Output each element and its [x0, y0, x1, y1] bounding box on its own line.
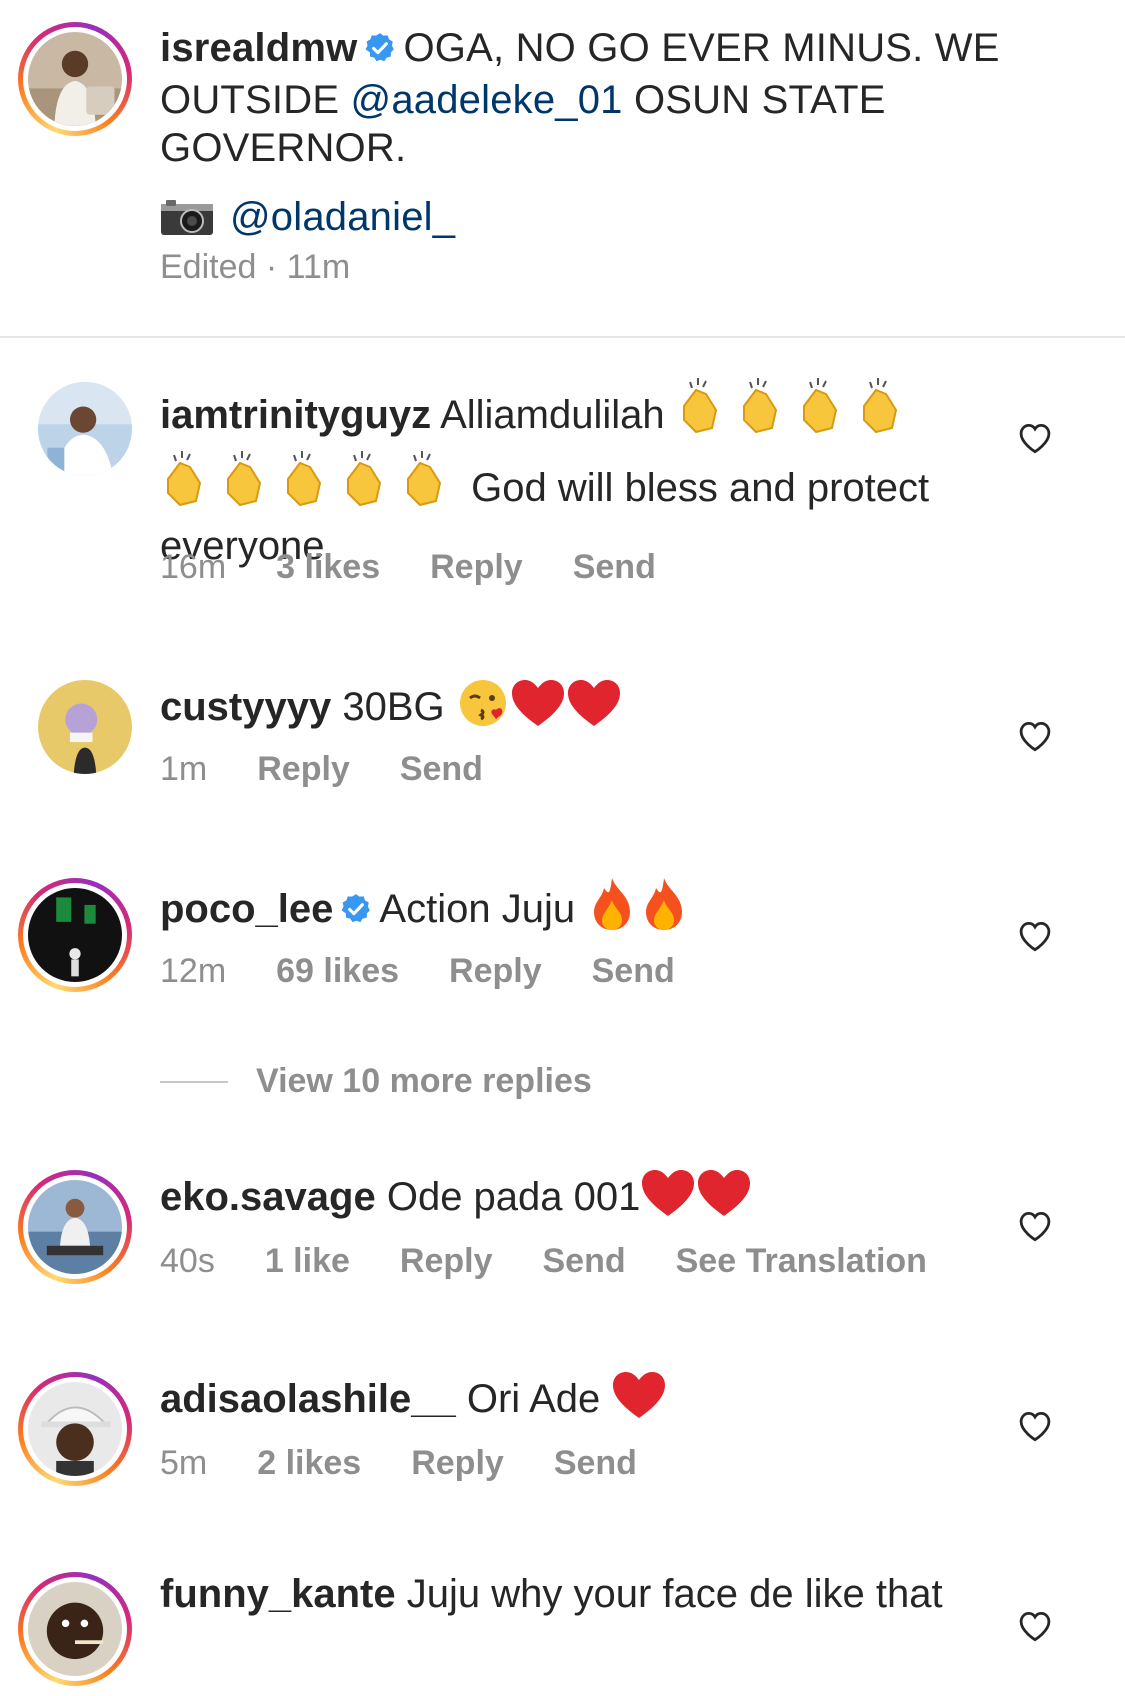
caption-mention-aadeleke[interactable]: @aadeleke_01 — [351, 78, 623, 122]
comment-4-body: Ode pada 001 — [386, 1175, 641, 1219]
comment-5-meta: 5m 2 likes Reply Send — [160, 1444, 687, 1483]
comment-3-likes[interactable]: 69 likes — [276, 952, 399, 990]
comment-1-reply-button[interactable]: Reply — [430, 548, 523, 586]
comment-4-see-translation[interactable]: See Translation — [676, 1242, 927, 1280]
avatar-isrealdmw[interactable] — [18, 22, 132, 136]
comment-1-body-a: Alliamdulilah — [440, 393, 665, 437]
comment-1-username[interactable]: iamtrinityguyz — [160, 393, 431, 437]
avatar-image — [28, 32, 122, 126]
heart-icon[interactable] — [1016, 420, 1054, 454]
comment-5-username[interactable]: adisaolashile__ — [160, 1377, 456, 1421]
comment-1-send-button[interactable]: Send — [573, 548, 656, 586]
view-more-replies-button[interactable]: View 10 more replies — [160, 1062, 592, 1101]
avatar-image — [38, 382, 132, 476]
comment-2-body: 30BG — [342, 685, 445, 729]
comment-2-send-button[interactable]: Send — [400, 750, 483, 788]
avatar-image — [28, 1582, 122, 1676]
comment-5-send-button[interactable]: Send — [554, 1444, 637, 1482]
comment-4-meta: 40s 1 like Reply Send See Translation — [160, 1242, 977, 1281]
comment-3-meta: 12m 69 likes Reply Send — [160, 952, 725, 991]
comment-4-send-button[interactable]: Send — [543, 1242, 626, 1280]
comment-2-username[interactable]: custyyyy — [160, 685, 331, 729]
avatar-image — [28, 1180, 122, 1274]
clapping-hands-emoji-row — [676, 376, 916, 449]
heart-icon[interactable] — [1016, 918, 1054, 952]
red-heart-emoji — [640, 1168, 696, 1231]
view-more-line — [160, 1080, 228, 1083]
comment-6-username[interactable]: funny_kante — [160, 1572, 396, 1616]
avatar-custyyyy[interactable] — [38, 680, 132, 774]
comment-3-username[interactable]: poco_lee — [160, 887, 333, 931]
post-caption: isrealdmw OGA, NO GO EVER MINUS. WE OUTSI… — [160, 24, 1060, 247]
comment-2-time: 1m — [160, 750, 208, 788]
comment-3-reply-button[interactable]: Reply — [449, 952, 542, 990]
comment-3-send-button[interactable]: Send — [592, 952, 675, 990]
caption-username[interactable]: isrealdmw — [160, 26, 357, 70]
avatar-poco-lee[interactable] — [18, 878, 132, 992]
caption-mention-oladaniel[interactable]: @oladaniel_ — [230, 195, 455, 239]
comment-5-body: Ori Ade — [466, 1377, 601, 1421]
comment-5-likes[interactable]: 2 likes — [257, 1444, 361, 1482]
camera-icon — [160, 198, 214, 247]
kiss-face-emoji — [456, 676, 510, 741]
heart-icon[interactable] — [1016, 1408, 1054, 1442]
comment-5-reply-button[interactable]: Reply — [411, 1444, 504, 1482]
comment-2-text: custyyyy 30BG — [160, 676, 970, 741]
view-more-label: View 10 more replies — [256, 1062, 592, 1100]
divider — [0, 336, 1125, 338]
heart-icon[interactable] — [1016, 1208, 1054, 1242]
comment-3-body: Action Juju — [379, 887, 576, 931]
fire-emoji — [638, 876, 690, 943]
comment-5-text: adisaolashile__ Ori Ade — [160, 1370, 970, 1433]
comment-2-meta: 1m Reply Send — [160, 750, 533, 789]
avatar-image — [28, 888, 122, 982]
avatar-adisaolashile[interactable] — [18, 1372, 132, 1486]
avatar-image — [28, 1382, 122, 1476]
caption-meta: Edited · 11m — [160, 248, 351, 286]
avatar-iamtrinityguyz[interactable] — [38, 382, 132, 476]
comment-1-likes[interactable]: 3 likes — [276, 548, 380, 586]
comment-4-username[interactable]: eko.savage — [160, 1175, 376, 1219]
avatar-eko-savage[interactable] — [18, 1170, 132, 1284]
red-heart-emoji — [611, 1370, 667, 1433]
heart-icon[interactable] — [1016, 1608, 1054, 1642]
comment-1-meta: 16m 3 likes Reply Send — [160, 548, 706, 587]
comment-3-text: poco_lee Action Juju — [160, 876, 970, 943]
red-heart-emoji — [696, 1168, 752, 1231]
fire-emoji — [586, 876, 638, 943]
verified-badge-icon — [339, 889, 373, 937]
comment-1-text: iamtrinityguyz Alliamdulilah God will bl… — [160, 376, 970, 570]
red-heart-emoji — [566, 678, 622, 741]
comment-6-text: funny_kante Juju why your face de like t… — [160, 1570, 970, 1618]
comment-4-text: eko.savage Ode pada 001 — [160, 1168, 970, 1231]
comment-1-time: 16m — [160, 548, 227, 586]
verified-badge-icon — [363, 28, 397, 76]
comment-3-time: 12m — [160, 952, 227, 990]
clapping-hands-emoji-row-2 — [160, 449, 460, 522]
comment-4-time: 40s — [160, 1242, 215, 1280]
comment-2-reply-button[interactable]: Reply — [257, 750, 350, 788]
avatar-image — [38, 680, 132, 774]
comment-4-likes[interactable]: 1 like — [265, 1242, 350, 1280]
comment-6-body: Juju why your face de like that — [406, 1572, 943, 1616]
red-heart-emoji — [510, 678, 566, 741]
avatar-funny-kante[interactable] — [18, 1572, 132, 1686]
comment-5-time: 5m — [160, 1444, 208, 1482]
heart-icon[interactable] — [1016, 718, 1054, 752]
comment-4-reply-button[interactable]: Reply — [400, 1242, 493, 1280]
